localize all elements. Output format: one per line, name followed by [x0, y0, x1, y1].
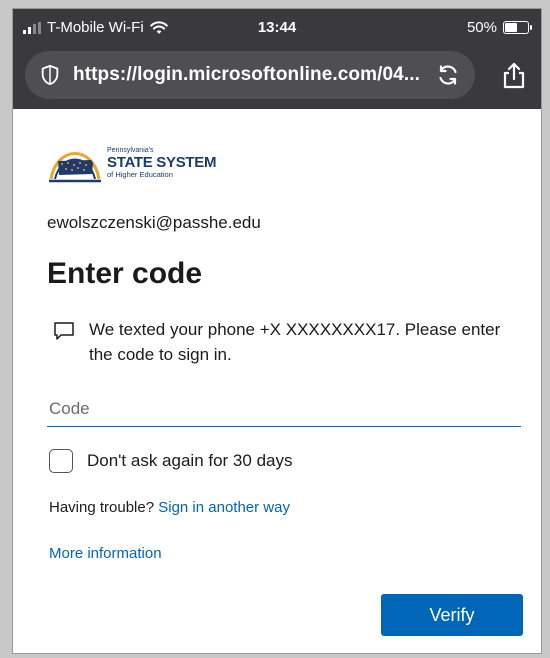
remember-row[interactable]: Don't ask again for 30 days [49, 449, 292, 473]
logo-line-2: STATE SYSTEM [107, 154, 217, 172]
status-right: 50% [466, 19, 532, 36]
code-input[interactable] [47, 391, 521, 427]
message-icon [54, 322, 74, 340]
url-text[interactable]: https://login.microsoftonline.com/04... [73, 64, 429, 86]
trouble-row: Having trouble? Sign in another way [49, 499, 290, 516]
verify-button[interactable]: Verify [381, 594, 523, 636]
more-information-link[interactable]: More information [49, 545, 162, 562]
share-icon[interactable] [501, 61, 527, 89]
battery-icon [503, 21, 532, 34]
reload-icon[interactable] [435, 62, 461, 88]
logo-line-3: of Higher Education [107, 170, 173, 180]
sms-message-text: We texted your phone +X XXXXXXXX17. Plea… [89, 320, 501, 364]
browser-chrome: T-Mobile Wi-Fi 13:44 50% https://login.m… [13, 9, 541, 109]
sms-message: We texted your phone +X XXXXXXXX17. Plea… [53, 317, 523, 367]
logo-line-1: Pennsylvania's [107, 147, 154, 155]
account-email: ewolszczenski@passhe.edu [47, 213, 261, 232]
organization-logo: Pennsylvania's STATE SYSTEM of Higher Ed… [47, 139, 216, 187]
battery-percent: 50% [466, 19, 497, 36]
status-time: 13:44 [257, 19, 297, 36]
state-map-icon [49, 152, 101, 183]
sign-in-another-way-link[interactable]: Sign in another way [158, 499, 290, 516]
remember-checkbox[interactable] [49, 449, 73, 473]
remember-label[interactable]: Don't ask again for 30 days [87, 451, 292, 471]
status-bar: T-Mobile Wi-Fi 13:44 50% [13, 19, 541, 41]
login-page: Pennsylvania's STATE SYSTEM of Higher Ed… [13, 109, 541, 653]
shield-icon[interactable] [39, 64, 61, 86]
address-bar[interactable]: https://login.microsoftonline.com/04... [25, 51, 475, 99]
page-title: Enter code [47, 257, 203, 290]
trouble-text: Having trouble? [49, 499, 159, 516]
logo-text: Pennsylvania's STATE SYSTEM of Higher Ed… [107, 147, 216, 179]
screenshot-frame: T-Mobile Wi-Fi 13:44 50% https://login.m… [12, 8, 542, 654]
